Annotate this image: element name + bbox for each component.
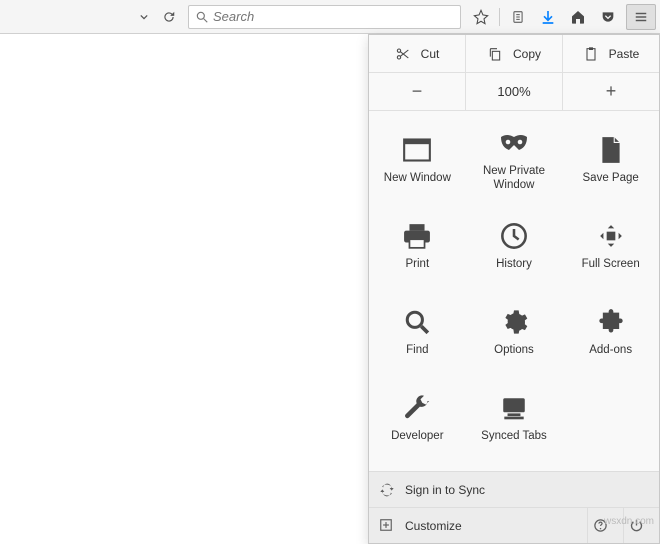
browser-toolbar [0,0,660,34]
zoom-level-text: 100% [497,84,530,99]
zoom-controls-row: − 100% + [369,73,659,111]
full-screen-label: Full Screen [576,257,646,271]
plus-icon: + [606,81,617,102]
page-icon [596,135,626,165]
options-label: Options [488,343,540,357]
copy-icon [487,46,503,62]
save-page-button[interactable]: Save Page [562,117,659,203]
history-button[interactable]: History [466,203,563,289]
pocket-button[interactable] [594,5,622,29]
developer-label: Developer [385,429,449,443]
copy-label: Copy [513,47,541,61]
toolbar-separator [499,8,500,26]
sign-in-row[interactable]: Sign in to Sync [369,471,659,507]
addons-label: Add-ons [583,343,638,357]
customize-icon [379,518,395,534]
empty-slot [562,375,659,461]
save-page-label: Save Page [577,171,645,185]
search-box[interactable] [188,5,461,29]
wrench-icon [402,393,432,423]
edit-controls-row: Cut Copy Paste [369,35,659,73]
watermark: wsxdn.com [604,516,654,527]
search-input[interactable] [213,9,454,24]
printer-icon [402,221,432,251]
menu-grid: New Window New Private Window Save Page … [369,111,659,471]
reading-list-button[interactable] [504,5,532,29]
new-private-window-label: New Private Window [466,164,563,193]
search-icon [402,307,432,337]
print-button[interactable]: Print [369,203,466,289]
copy-button[interactable]: Copy [465,35,562,72]
new-window-label: New Window [378,171,457,185]
paste-icon [583,46,599,62]
options-button[interactable]: Options [466,289,563,375]
new-window-button[interactable]: New Window [369,117,466,203]
full-screen-button[interactable]: Full Screen [562,203,659,289]
synced-tabs-label: Synced Tabs [475,429,553,443]
sync-icon [379,482,395,498]
find-label: Find [400,343,434,357]
clock-icon [499,221,529,251]
developer-button[interactable]: Developer [369,375,466,461]
reload-button[interactable] [156,6,182,28]
menu-panel: Cut Copy Paste − 100% + New Window [368,34,660,544]
window-icon [402,135,432,165]
cut-label: Cut [421,47,440,61]
cut-button[interactable]: Cut [369,35,465,72]
new-private-window-button[interactable]: New Private Window [466,117,563,203]
paste-label: Paste [609,47,640,61]
find-button[interactable]: Find [369,289,466,375]
downloads-button[interactable] [534,5,562,29]
synced-tabs-icon [499,393,529,423]
minus-icon: − [412,81,423,102]
history-label: History [490,257,538,271]
puzzle-icon [596,307,626,337]
zoom-level[interactable]: 100% [465,73,562,110]
addons-button[interactable]: Add-ons [562,289,659,375]
mask-icon [499,128,529,158]
bookmark-star-button[interactable] [467,5,495,29]
scissors-icon [395,46,411,62]
zoom-in-button[interactable]: + [562,73,659,110]
fullscreen-icon [596,221,626,251]
customize-label[interactable]: Customize [405,519,462,533]
search-icon [195,10,209,24]
url-dropdown-button[interactable] [134,6,154,28]
home-button[interactable] [564,5,592,29]
menu-button[interactable] [626,4,656,30]
paste-button[interactable]: Paste [562,35,659,72]
synced-tabs-button[interactable]: Synced Tabs [466,375,563,461]
sign-in-label: Sign in to Sync [405,483,485,497]
zoom-out-button[interactable]: − [369,73,465,110]
gear-icon [499,307,529,337]
print-label: Print [400,257,436,271]
